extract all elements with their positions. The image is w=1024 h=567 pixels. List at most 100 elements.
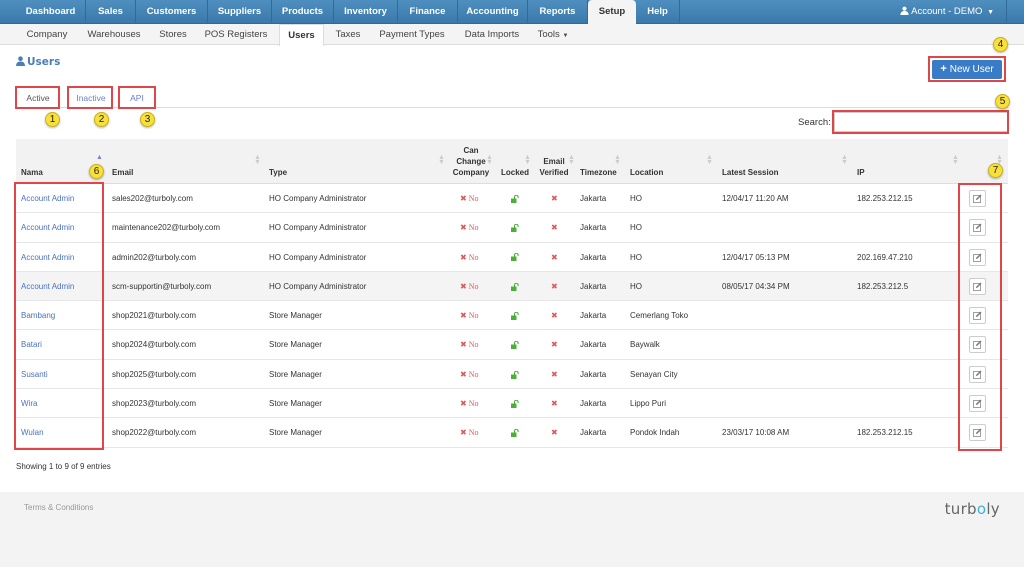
x-icon: ✖ [551,223,558,233]
page-title-text: Users [27,56,61,68]
user-name-link[interactable]: Batari [21,330,42,359]
email-cell: shop2024@turboly.com [112,340,197,350]
subnav-tools[interactable]: Tools ▼ [532,24,574,45]
column-header-latest-session[interactable]: Latest Session [722,167,778,178]
edit-icon [973,282,982,291]
nav-finance[interactable]: Finance [398,0,458,24]
can-change-company-cell: ✖ No [460,418,478,447]
edit-button[interactable] [969,248,986,266]
edit-button[interactable] [969,395,986,413]
x-icon: ✖ [551,281,558,291]
sort-ascending-icon[interactable]: ▲ [96,154,103,161]
user-name-link[interactable]: Wulan [21,418,44,447]
sort-icon[interactable]: ▲ ▼ [486,154,493,166]
latest-session-cell: 08/05/17 04:34 PM [722,281,790,291]
email-cell: scm-supportin@turboly.com [112,281,212,291]
sort-icon[interactable]: ▲ ▼ [438,154,445,166]
sort-icon[interactable]: ▲ ▼ [841,154,848,166]
column-header-email-verified[interactable]: Email Verified [536,156,572,178]
edit-button[interactable] [969,307,986,325]
timezone-cell: Jakarta [580,281,607,291]
subnav-payment-types[interactable]: Payment Types [374,24,450,45]
user-name-link[interactable]: Account Admin [21,213,74,242]
sort-icon[interactable]: ▲ ▼ [706,154,713,166]
nav-products[interactable]: Products [272,0,334,24]
tab-api[interactable]: API [119,90,155,108]
can-change-value: No [468,223,479,233]
header-line: Verified [539,168,569,177]
user-icon [16,56,25,66]
terms-link[interactable]: Terms & Conditions [24,503,93,512]
column-header-ip[interactable]: IP [857,167,865,178]
annotation-badge: 1 [45,112,60,127]
nav-sales[interactable]: Sales [86,0,136,24]
user-name-link[interactable]: Account Admin [21,184,74,213]
edit-icon [973,253,982,262]
column-header-location[interactable]: Location [630,167,663,178]
type-cell: Store Manager [269,369,322,379]
new-user-button[interactable]: + New User [932,60,1002,79]
edit-button[interactable] [969,190,986,207]
user-name-link[interactable]: Bambang [21,301,55,330]
edit-button[interactable] [969,219,986,237]
nav-customers[interactable]: Customers [136,0,208,24]
nav-inventory[interactable]: Inventory [334,0,398,24]
type-cell: HO Company Administrator [269,252,367,262]
sort-icon[interactable]: ▲ ▼ [524,154,531,166]
subnav-data-imports[interactable]: Data Imports [456,24,528,45]
nav-reports[interactable]: Reports [528,0,588,24]
nav-accounting[interactable]: Accounting [458,0,528,24]
timezone-cell: Jakarta [580,428,607,438]
timezone-cell: Jakarta [580,194,607,203]
timezone-cell: Jakarta [580,369,607,379]
nav-setup[interactable]: Setup [588,0,636,25]
table-row: Account Admin admin202@turboly.com HO Comp… [16,242,1008,272]
email-cell: shop2021@turboly.com [112,311,197,321]
can-change-company-cell: ✖ No [460,389,478,418]
brand-text: ly [986,500,1000,518]
nav-suppliers[interactable]: Suppliers [208,0,272,24]
ip-cell: 182.253.212.5 [857,281,909,291]
unlocked-icon [511,184,519,213]
timezone-cell: Jakarta [580,399,607,409]
column-header-locked[interactable]: Locked [501,167,529,178]
type-cell: HO Company Administrator [269,281,367,291]
edit-button[interactable] [969,365,986,383]
edit-button[interactable] [969,336,986,354]
column-header-email[interactable]: Email [112,167,133,178]
nav-help[interactable]: Help [636,0,680,24]
user-name-link[interactable]: Susanti [21,360,48,389]
column-header-nama[interactable]: Nama [21,167,43,178]
email-cell: shop2023@turboly.com [112,399,197,409]
subnav-users[interactable]: Users [279,24,324,46]
column-header-type[interactable]: Type [269,167,287,178]
can-change-company-cell: ✖ No [460,360,478,389]
sort-icon[interactable]: ▲ ▼ [254,154,261,166]
sort-icon[interactable]: ▲ ▼ [568,154,575,166]
subnav-taxes[interactable]: Taxes [328,24,368,45]
tab-inactive[interactable]: Inactive [68,90,114,108]
account-label: Account - DEMO [911,6,983,17]
sort-icon[interactable]: ▲ ▼ [952,154,959,166]
tab-active[interactable]: Active [16,90,60,108]
account-menu[interactable]: Account - DEMO ▼ [900,0,994,24]
edit-button[interactable] [969,424,986,442]
table-row: Batari shop2024@turboly.com Store Manager J… [16,330,1008,360]
can-change-value: No [468,340,479,350]
subnav-company[interactable]: Company [18,24,76,45]
x-icon: ✖ [460,399,467,409]
sort-icon[interactable]: ▲ ▼ [614,154,621,166]
subnav-pos-registers[interactable]: POS Registers [198,24,274,45]
search-input[interactable] [834,112,1008,132]
nav-dashboard[interactable]: Dashboard [16,0,86,24]
latest-session-cell: 12/04/17 05:13 PM [722,252,790,262]
edit-icon [973,370,982,379]
subnav-warehouses[interactable]: Warehouses [80,24,148,45]
user-name-link[interactable]: Account Admin [21,243,74,272]
unlocked-icon [511,243,519,272]
edit-button[interactable] [969,277,986,295]
user-name-link[interactable]: Account Admin [21,272,74,301]
user-name-link[interactable]: Wira [21,389,37,418]
subnav-stores[interactable]: Stores [150,24,196,45]
column-header-timezone[interactable]: Timezone [580,167,617,178]
